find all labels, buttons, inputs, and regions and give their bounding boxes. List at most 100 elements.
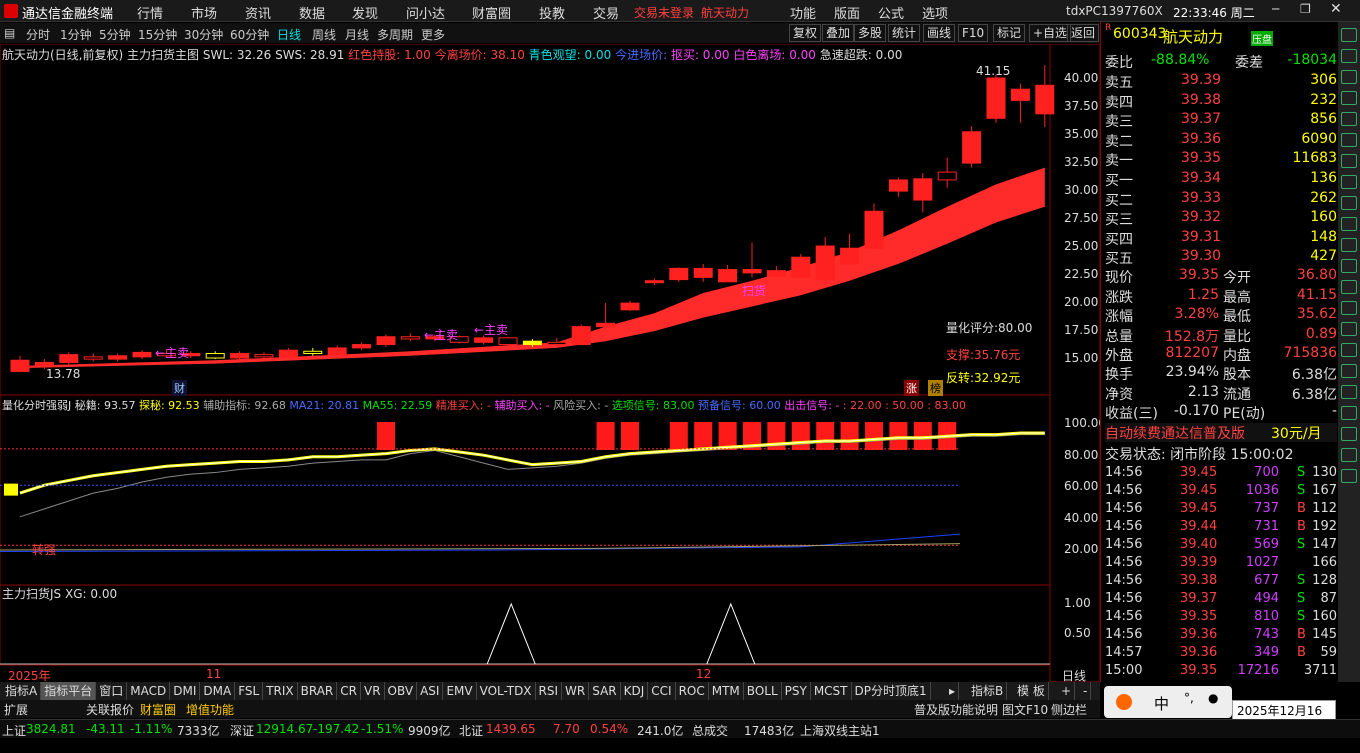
server-name[interactable]: 上海双线主站1	[800, 722, 880, 739]
tool-1[interactable]: 叠加	[822, 24, 855, 42]
side-tool-icon[interactable]	[1341, 280, 1357, 294]
side-tool-icon[interactable]	[1341, 343, 1357, 357]
tab-add-icon[interactable]: +	[1058, 682, 1076, 700]
side-tool-icon[interactable]	[1341, 91, 1357, 105]
promo-price[interactable]: 30元/月	[1271, 423, 1322, 443]
menu-right-1[interactable]: 版面	[834, 3, 860, 22]
side-tool-icon[interactable]	[1341, 196, 1357, 210]
tab-25[interactable]: DP分时顶底1	[852, 682, 931, 700]
side-tool-icon[interactable]	[1341, 49, 1357, 63]
close-button[interactable]: ✕	[1330, 1, 1346, 17]
menu-item-7[interactable]: 投教	[539, 3, 565, 22]
tab-0[interactable]: 指标A	[2, 682, 42, 700]
bids-row[interactable]: 买四 39.31 148	[1105, 229, 1337, 248]
tab-15[interactable]: RSI	[536, 682, 563, 700]
period-4[interactable]: 30分钟	[184, 26, 223, 43]
tab-8[interactable]: BRAR	[298, 682, 338, 700]
tab-16[interactable]: WR	[562, 682, 590, 700]
side-tool-icon[interactable]	[1341, 322, 1357, 336]
bids-row[interactable]: 买五 39.30 427	[1105, 248, 1337, 267]
asks-row[interactable]: 卖二 39.36 6090	[1105, 131, 1337, 150]
side-tool-icon[interactable]	[1341, 175, 1357, 189]
ime-punct-icon[interactable]: °,	[1184, 691, 1194, 705]
mid-indicator-name[interactable]: 量化分时强弱J	[2, 399, 71, 412]
sz-label[interactable]: 深证	[230, 722, 254, 739]
ext-tab-2[interactable]: 财富圈	[140, 701, 176, 718]
side-tool-icon[interactable]	[1341, 154, 1357, 168]
tab-b[interactable]: 指标B	[968, 682, 1008, 700]
tab-11[interactable]: OBV	[385, 682, 418, 700]
period-7[interactable]: 周线	[312, 26, 336, 43]
ime-mic-icon[interactable]: ●	[1208, 691, 1218, 705]
tab-12[interactable]: ASI	[417, 682, 444, 700]
tab-7[interactable]: TRIX	[263, 682, 298, 700]
tab-14[interactable]: VOL-TDX	[477, 682, 536, 700]
tool-3[interactable]: 统计	[888, 24, 921, 42]
menu-right-2[interactable]: 公式	[878, 3, 904, 22]
tab-18[interactable]: KDJ	[621, 682, 649, 700]
tab-19[interactable]: CCI	[648, 682, 676, 700]
tab-5[interactable]: DMA	[200, 682, 236, 700]
bids-row[interactable]: 买二 39.33 262	[1105, 190, 1337, 209]
side-tool-icon[interactable]	[1341, 427, 1357, 441]
ext-tab-0[interactable]: 扩展	[4, 701, 28, 718]
menu-item-1[interactable]: 市场	[191, 3, 217, 22]
asks-row[interactable]: 卖一 39.35 11683	[1105, 150, 1337, 169]
tab-minus-icon[interactable]: -	[1080, 682, 1092, 700]
ext-right-1[interactable]: 图文F10	[1002, 701, 1048, 718]
period-menu-icon[interactable]: ▤	[4, 26, 15, 40]
asks-row[interactable]: 卖五 39.39 306	[1105, 72, 1337, 91]
side-tool-icon[interactable]	[1341, 70, 1357, 84]
menu-item-4[interactable]: 发现	[352, 3, 378, 22]
side-tool-icon[interactable]	[1341, 469, 1357, 483]
side-tool-icon[interactable]	[1341, 217, 1357, 231]
period-3[interactable]: 15分钟	[138, 26, 177, 43]
tab-1[interactable]: 指标平台	[41, 682, 97, 700]
menu-item-3[interactable]: 数据	[299, 3, 325, 22]
promo-text[interactable]: 自动续费通达信普及版	[1105, 423, 1245, 443]
side-tool-icon[interactable]	[1341, 364, 1357, 378]
promo-row[interactable]: 自动续费通达信普及版 30元/月	[1105, 423, 1337, 442]
bids-row[interactable]: 买一 39.34 136	[1105, 170, 1337, 189]
tab-10[interactable]: VR	[361, 682, 385, 700]
tool-4[interactable]: 画线	[923, 24, 956, 42]
tab-24[interactable]: MCST	[811, 682, 852, 700]
stock-tag[interactable]: 航天动力	[701, 4, 749, 21]
tool-7[interactable]: +自选	[1029, 24, 1072, 42]
low-indicator-name[interactable]: 主力扫货JS	[2, 587, 61, 601]
period-6[interactable]: 日线	[277, 26, 301, 43]
tab-2[interactable]: 窗口	[96, 682, 128, 700]
side-tool-icon[interactable]	[1341, 259, 1357, 273]
tool-2[interactable]: 多股	[854, 24, 887, 42]
tab-17[interactable]: SAR	[589, 682, 621, 700]
side-tool-icon[interactable]	[1341, 385, 1357, 399]
menu-right-0[interactable]: 功能	[790, 3, 816, 22]
side-tool-icon[interactable]	[1341, 133, 1357, 147]
period-5[interactable]: 60分钟	[230, 26, 269, 43]
tab-more[interactable]: ▸	[946, 682, 960, 700]
tab-9[interactable]: CR	[337, 682, 361, 700]
menu-item-6[interactable]: 财富圈	[472, 3, 511, 22]
minimize-button[interactable]: ─	[1272, 2, 1288, 16]
tab-4[interactable]: DMI	[170, 682, 201, 700]
asks-row[interactable]: 卖三 39.37 856	[1105, 111, 1337, 130]
ext-tab-1[interactable]: 关联报价	[86, 701, 134, 718]
indicator-name[interactable]: 主力扫货主图	[127, 48, 199, 62]
tab-21[interactable]: MTM	[709, 682, 744, 700]
period-0[interactable]: 分时	[26, 26, 50, 43]
period-8[interactable]: 月线	[345, 26, 369, 43]
ime-logo-icon[interactable]	[1116, 694, 1132, 710]
tab-template[interactable]: 模 板	[1014, 682, 1049, 700]
tab-3[interactable]: MACD	[127, 682, 171, 700]
menu-item-2[interactable]: 资讯	[245, 3, 271, 22]
side-tool-icon[interactable]	[1341, 448, 1357, 462]
side-tool-icon[interactable]	[1341, 406, 1357, 420]
sh-label[interactable]: 上证	[2, 722, 26, 739]
asks-row[interactable]: 卖四 39.38 232	[1105, 92, 1337, 111]
tab-6[interactable]: FSL	[235, 682, 264, 700]
ext-right-2[interactable]: 侧边栏	[1051, 701, 1087, 718]
side-tool-icon[interactable]	[1341, 238, 1357, 252]
ext-right-0[interactable]: 普及版功能说明	[914, 701, 998, 718]
side-tool-icon[interactable]	[1341, 28, 1357, 42]
tab-13[interactable]: EMV	[443, 682, 477, 700]
